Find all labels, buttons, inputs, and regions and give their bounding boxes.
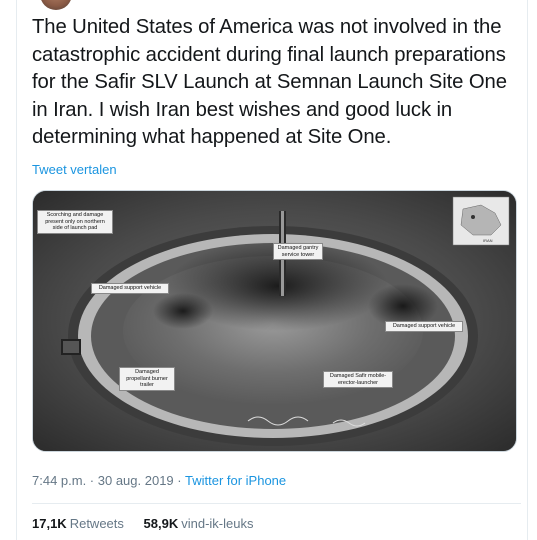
likes-label: vind-ik-leuks [181,516,254,531]
divider [32,503,521,504]
annotation-erector-launcher: Damaged Safir mobile-erector-launcher [323,371,393,388]
tweet-text: The United States of America was not inv… [32,16,507,148]
annotation-support-vehicle-right: Damaged support vehicle [385,321,463,332]
tweet-metadata: 7:44 p.m. · 30 aug. 2019 · Twitter for i… [32,473,286,488]
retweets-stat[interactable]: 17,1K Retweets [32,516,124,531]
retweets-label: Retweets [69,516,124,531]
annotation-scorch: Scorching and damage present only on nor… [37,210,113,234]
likes-stat[interactable]: 58,9K vind-ik-leuks [144,516,254,531]
tweet-stats: 17,1K Retweets 58,9K vind-ik-leuks [32,516,269,531]
annotation-support-vehicle-left: Damaged support vehicle [91,283,169,294]
retweets-count: 17,1K [32,516,67,531]
source-link[interactable]: Twitter for iPhone [185,473,286,488]
annotation-gantry: Damaged gantry service tower [273,243,323,260]
timestamp[interactable]: 7:44 p.m. · 30 aug. 2019 · [32,473,185,488]
timeline-border-right [527,0,528,540]
tweet-image[interactable]: IRAN Scorching and damage present only o… [32,190,517,452]
translate-tweet-link[interactable]: Tweet vertalen [32,162,117,177]
annotation-propellant-trailer: Damaged propellant burner trailer [119,367,175,391]
avatar[interactable] [40,0,72,10]
likes-count: 58,9K [143,516,179,531]
map-label: IRAN [483,238,493,243]
timeline-border-left [16,0,17,540]
